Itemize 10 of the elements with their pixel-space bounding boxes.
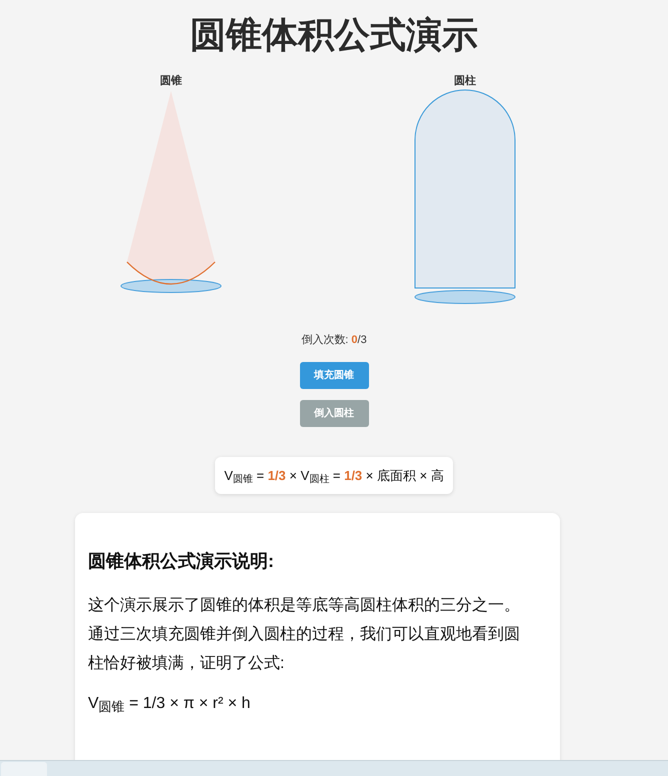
explanation-heading: 圆锥体积公式演示说明:	[88, 550, 275, 573]
explanation-paragraph: 这个演示展示了圆锥的体积是等底等高圆柱体积的三分之一。通过三次填充圆锥并倒入圆柱的过程，我们可以直观地看到圆柱恰好被填满，证明了公式:	[88, 596, 521, 674]
taskbar-tab[interactable]	[1, 762, 47, 776]
fill-cone-button[interactable]: 填充圆锥	[300, 362, 368, 388]
formula-card: V$_{圆锥}$ = 1/3 × V$_{圆柱}$ = 1/3 × 底面积 × 高	[215, 456, 453, 494]
pour-count: 倒入次数: 0/3	[301, 333, 367, 348]
shape-label: 圆锥	[160, 74, 182, 88]
cone-volume-formula: V$_{圆锥}$ = 1/3 × π × r² × h	[88, 694, 252, 716]
shape-label: 圆柱	[454, 74, 476, 88]
page-title: 圆锥体积公式演示	[190, 13, 478, 57]
